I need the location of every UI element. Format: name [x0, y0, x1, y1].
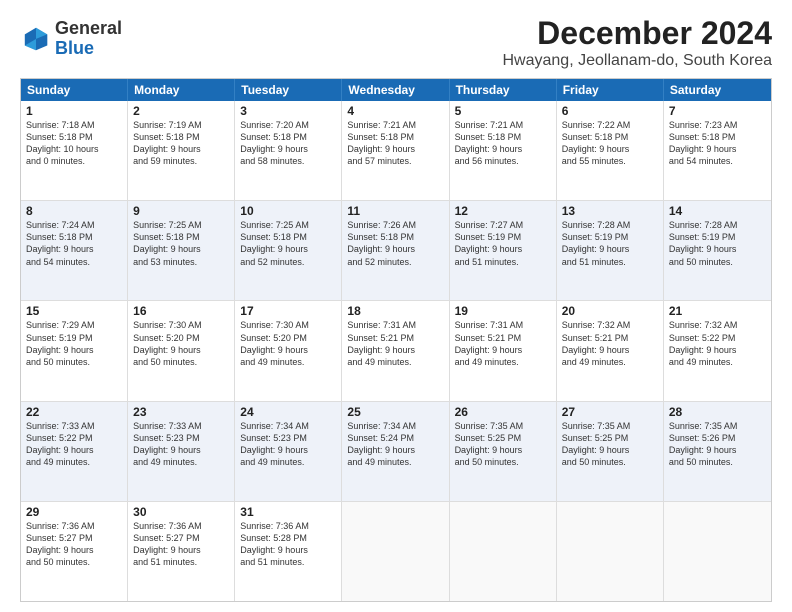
cell-dec25: 25 Sunrise: 7:34 AMSunset: 5:24 PMDaylig… [342, 402, 449, 501]
header-friday: Friday [557, 79, 664, 101]
logo-text: General Blue [55, 19, 122, 59]
week-3: 15 Sunrise: 7:29 AMSunset: 5:19 PMDaylig… [21, 301, 771, 401]
header-saturday: Saturday [664, 79, 771, 101]
cell-dec20: 20 Sunrise: 7:32 AMSunset: 5:21 PMDaylig… [557, 301, 664, 400]
logo: General Blue [20, 19, 122, 59]
header: General Blue December 2024 Hwayang, Jeol… [20, 15, 772, 70]
cell-dec14: 14 Sunrise: 7:28 AMSunset: 5:19 PMDaylig… [664, 201, 771, 300]
cell-dec9: 9 Sunrise: 7:25 AMSunset: 5:18 PMDayligh… [128, 201, 235, 300]
header-wednesday: Wednesday [342, 79, 449, 101]
logo-icon [22, 25, 50, 53]
cell-empty-1 [342, 502, 449, 601]
cell-dec5: 5 Sunrise: 7:21 AMSunset: 5:18 PMDayligh… [450, 101, 557, 200]
cell-dec3: 3 Sunrise: 7:20 AMSunset: 5:18 PMDayligh… [235, 101, 342, 200]
cell-dec8: 8 Sunrise: 7:24 AMSunset: 5:18 PMDayligh… [21, 201, 128, 300]
cell-dec2: 2 Sunrise: 7:19 AMSunset: 5:18 PMDayligh… [128, 101, 235, 200]
header-thursday: Thursday [450, 79, 557, 101]
title-section: December 2024 Hwayang, Jeollanam-do, Sou… [503, 15, 773, 70]
cell-empty-3 [557, 502, 664, 601]
cell-dec4: 4 Sunrise: 7:21 AMSunset: 5:18 PMDayligh… [342, 101, 449, 200]
calendar-header: Sunday Monday Tuesday Wednesday Thursday… [21, 79, 771, 101]
cell-dec15: 15 Sunrise: 7:29 AMSunset: 5:19 PMDaylig… [21, 301, 128, 400]
cell-dec28: 28 Sunrise: 7:35 AMSunset: 5:26 PMDaylig… [664, 402, 771, 501]
cell-dec17: 17 Sunrise: 7:30 AMSunset: 5:20 PMDaylig… [235, 301, 342, 400]
cell-dec27: 27 Sunrise: 7:35 AMSunset: 5:25 PMDaylig… [557, 402, 664, 501]
page-subtitle: Hwayang, Jeollanam-do, South Korea [503, 52, 773, 70]
header-tuesday: Tuesday [235, 79, 342, 101]
cell-dec22: 22 Sunrise: 7:33 AMSunset: 5:22 PMDaylig… [21, 402, 128, 501]
cell-dec18: 18 Sunrise: 7:31 AMSunset: 5:21 PMDaylig… [342, 301, 449, 400]
cell-dec10: 10 Sunrise: 7:25 AMSunset: 5:18 PMDaylig… [235, 201, 342, 300]
header-monday: Monday [128, 79, 235, 101]
calendar-page: General Blue December 2024 Hwayang, Jeol… [0, 0, 792, 612]
cell-dec16: 16 Sunrise: 7:30 AMSunset: 5:20 PMDaylig… [128, 301, 235, 400]
cell-dec23: 23 Sunrise: 7:33 AMSunset: 5:23 PMDaylig… [128, 402, 235, 501]
page-title: December 2024 [503, 15, 773, 52]
cell-dec29: 29 Sunrise: 7:36 AMSunset: 5:27 PMDaylig… [21, 502, 128, 601]
cell-dec6: 6 Sunrise: 7:22 AMSunset: 5:18 PMDayligh… [557, 101, 664, 200]
week-1: 1 Sunrise: 7:18 AMSunset: 5:18 PMDayligh… [21, 101, 771, 201]
cell-dec19: 19 Sunrise: 7:31 AMSunset: 5:21 PMDaylig… [450, 301, 557, 400]
cell-dec21: 21 Sunrise: 7:32 AMSunset: 5:22 PMDaylig… [664, 301, 771, 400]
cell-dec24: 24 Sunrise: 7:34 AMSunset: 5:23 PMDaylig… [235, 402, 342, 501]
cell-dec7: 7 Sunrise: 7:23 AMSunset: 5:18 PMDayligh… [664, 101, 771, 200]
header-sunday: Sunday [21, 79, 128, 101]
calendar: Sunday Monday Tuesday Wednesday Thursday… [20, 78, 772, 602]
cell-dec1: 1 Sunrise: 7:18 AMSunset: 5:18 PMDayligh… [21, 101, 128, 200]
cell-dec12: 12 Sunrise: 7:27 AMSunset: 5:19 PMDaylig… [450, 201, 557, 300]
cell-dec26: 26 Sunrise: 7:35 AMSunset: 5:25 PMDaylig… [450, 402, 557, 501]
cell-dec13: 13 Sunrise: 7:28 AMSunset: 5:19 PMDaylig… [557, 201, 664, 300]
cell-dec30: 30 Sunrise: 7:36 AMSunset: 5:27 PMDaylig… [128, 502, 235, 601]
calendar-body: 1 Sunrise: 7:18 AMSunset: 5:18 PMDayligh… [21, 101, 771, 601]
cell-dec31: 31 Sunrise: 7:36 AMSunset: 5:28 PMDaylig… [235, 502, 342, 601]
cell-empty-2 [450, 502, 557, 601]
cell-empty-4 [664, 502, 771, 601]
week-2: 8 Sunrise: 7:24 AMSunset: 5:18 PMDayligh… [21, 201, 771, 301]
week-4: 22 Sunrise: 7:33 AMSunset: 5:22 PMDaylig… [21, 402, 771, 502]
cell-dec11: 11 Sunrise: 7:26 AMSunset: 5:18 PMDaylig… [342, 201, 449, 300]
week-5: 29 Sunrise: 7:36 AMSunset: 5:27 PMDaylig… [21, 502, 771, 601]
